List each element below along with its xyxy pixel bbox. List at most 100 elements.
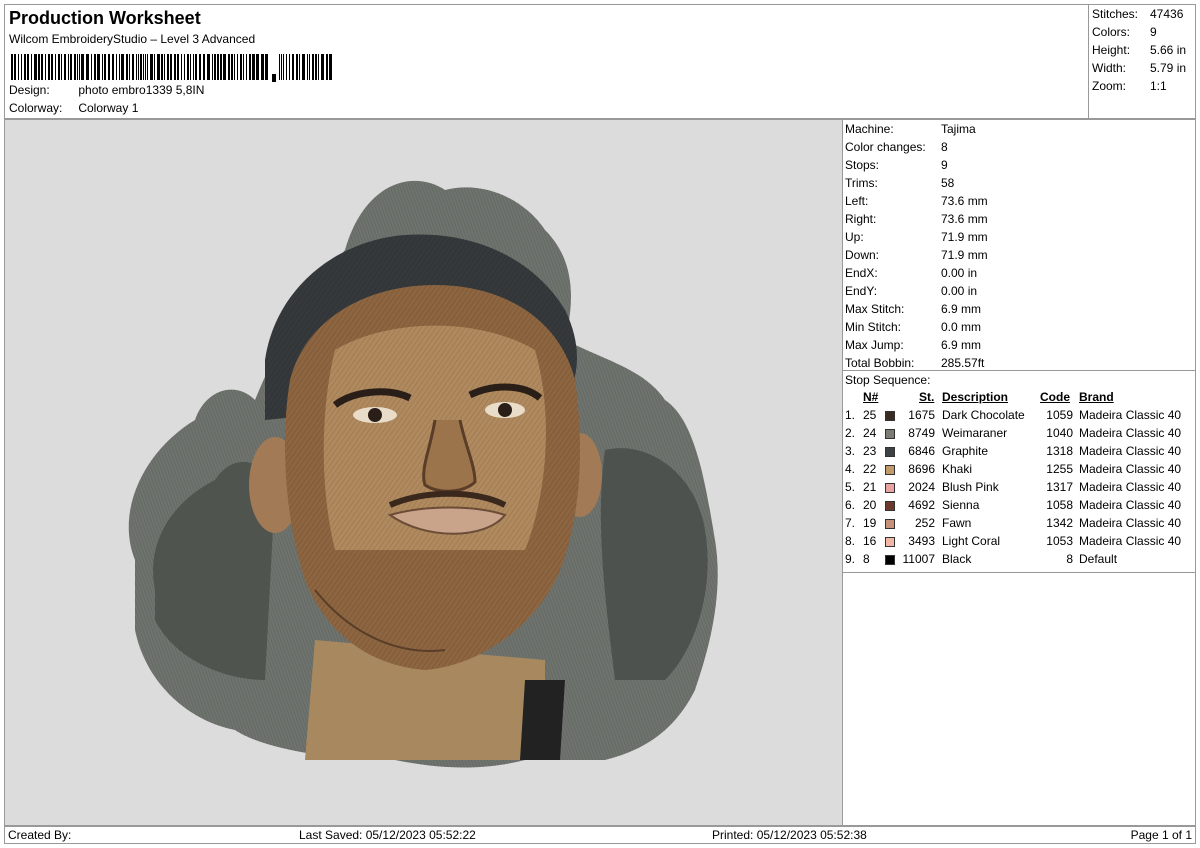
- seq-index: 6.: [845, 498, 856, 512]
- seq-code: 1342: [1046, 516, 1073, 530]
- machine-info-label: Max Jump:: [845, 338, 904, 352]
- stat-row: Height: 5.66 in: [1092, 43, 1186, 57]
- design-value: photo embro1339 5,8IN: [78, 83, 205, 97]
- stat-label: Zoom:: [1092, 79, 1127, 93]
- header-num: N#: [863, 390, 879, 404]
- machine-info-row: Max Stitch: 6.9 mm: [845, 302, 981, 316]
- divider: [843, 572, 1195, 573]
- sequence-row: 1. 25 1675 Dark Chocolate 1059 Madeira Classi…: [843, 408, 1195, 426]
- color-swatch: [885, 555, 895, 565]
- machine-info-row: Min Stitch: 0.0 mm: [845, 320, 981, 334]
- seq-index: 1.: [845, 408, 856, 422]
- seq-stitches: 252: [914, 516, 935, 530]
- machine-info-label: Right:: [845, 212, 877, 226]
- printed-date: Printed: 05/12/2023 05:52:38: [712, 828, 867, 842]
- page-number: Page 1 of 1: [1130, 828, 1192, 842]
- machine-info-value: 285.57ft: [941, 356, 985, 370]
- machine-info-label: EndX:: [845, 266, 878, 280]
- seq-needle: 24: [863, 426, 877, 440]
- machine-info-panel: Machine: Tajima Color changes: 8 Stops: 9 Trim…: [843, 119, 1196, 826]
- seq-code: 1040: [1046, 426, 1073, 440]
- machine-info-value: 0.00 in: [941, 284, 978, 298]
- seq-stitches: 8696: [908, 462, 935, 476]
- seq-brand: Madeira Classic 40: [1079, 462, 1182, 476]
- seq-code: 8: [1066, 552, 1073, 566]
- design-row: Design: photo embro1339 5,8IN: [9, 83, 204, 97]
- seq-stitches: 11007: [902, 552, 935, 566]
- sequence-row: 6. 20 4692 Sienna 1058 Madeira Classic 40: [843, 498, 1195, 516]
- color-swatch: [885, 465, 895, 475]
- seq-index: 9.: [845, 552, 856, 566]
- last-saved: Last Saved: 05/12/2023 05:52:22: [299, 828, 476, 842]
- stat-value: 47436: [1150, 7, 1184, 21]
- seq-stitches: 3493: [908, 534, 935, 548]
- machine-info-label: Stops:: [845, 158, 880, 172]
- machine-info-value: 0.0 mm: [941, 320, 982, 334]
- machine-info-label: Up:: [845, 230, 864, 244]
- stat-row: Colors: 9: [1092, 25, 1157, 39]
- machine-info-row: Total Bobbin: 285.57ft: [845, 356, 984, 370]
- machine-info-label: Total Bobbin:: [845, 356, 915, 370]
- colorway-row: Colorway: Colorway 1: [9, 101, 138, 115]
- machine-info-value: 6.9 mm: [941, 338, 982, 352]
- seq-description: Blush Pink: [942, 480, 999, 494]
- colorway-value: Colorway 1: [78, 101, 139, 115]
- color-swatch: [885, 483, 895, 493]
- seq-brand: Default: [1079, 552, 1118, 566]
- machine-info-row: Max Jump: 6.9 mm: [845, 338, 981, 352]
- seq-stitches: 1675: [908, 408, 935, 422]
- seq-stitches: 2024: [908, 480, 935, 494]
- seq-description: Dark Chocolate: [942, 408, 1025, 422]
- stat-label: Width:: [1092, 61, 1127, 75]
- machine-info-label: EndY:: [845, 284, 878, 298]
- seq-brand: Madeira Classic 40: [1079, 426, 1182, 440]
- seq-index: 8.: [845, 534, 856, 548]
- color-swatch: [885, 501, 895, 511]
- stat-row: Width: 5.79 in: [1092, 61, 1186, 75]
- machine-info-value: 8: [941, 140, 948, 154]
- seq-needle: 20: [863, 498, 877, 512]
- software-name: Wilcom EmbroideryStudio – Level 3 Advanc…: [9, 32, 256, 46]
- stats-box: Stitches: 47436 Colors: 9 Height: 5.66 in W…: [1088, 5, 1195, 118]
- sequence-row: 5. 21 2024 Blush Pink 1317 Madeira Classic 40: [843, 480, 1195, 498]
- seq-brand: Madeira Classic 40: [1079, 444, 1182, 458]
- machine-info-label: Trims:: [845, 176, 878, 190]
- seq-brand: Madeira Classic 40: [1079, 516, 1182, 530]
- colorway-label: Colorway:: [9, 101, 63, 115]
- worksheet-footer: Created By: Last Saved: 05/12/2023 05:52…: [4, 826, 1196, 844]
- machine-info-row: EndY: 0.00 in: [845, 284, 977, 298]
- color-swatch: [885, 411, 895, 421]
- seq-needle: 19: [863, 516, 877, 530]
- sequence-row: 4. 22 8696 Khaki 1255 Madeira Classic 40: [843, 462, 1195, 480]
- seq-description: Sienna: [942, 498, 980, 512]
- machine-info-row: Right: 73.6 mm: [845, 212, 988, 226]
- stat-label: Height:: [1092, 43, 1131, 57]
- seq-index: 4.: [845, 462, 856, 476]
- sequence-row: 7. 19 252 Fawn 1342 Madeira Classic 40: [843, 516, 1195, 534]
- seq-code: 1255: [1046, 462, 1073, 476]
- seq-description: Weimaraner: [942, 426, 1008, 440]
- seq-description: Graphite: [942, 444, 989, 458]
- sequence-header: N# St. Description Code Brand: [843, 390, 1195, 408]
- machine-info-value: 6.9 mm: [941, 302, 982, 316]
- header-brand: Brand: [1079, 390, 1114, 404]
- seq-code: 1058: [1046, 498, 1073, 512]
- machine-info-value: Tajima: [941, 122, 976, 136]
- machine-info-label: Min Stitch:: [845, 320, 902, 334]
- machine-info-row: Machine: Tajima: [845, 122, 976, 136]
- seq-code: 1318: [1046, 444, 1073, 458]
- machine-info-row: EndX: 0.00 in: [845, 266, 977, 280]
- seq-description: Light Coral: [942, 534, 1001, 548]
- stat-row: Stitches: 47436: [1092, 7, 1183, 21]
- machine-info-value: 0.00 in: [941, 266, 978, 280]
- machine-info-row: Color changes: 8: [845, 140, 948, 154]
- machine-info-label: Down:: [845, 248, 880, 262]
- stat-label: Stitches:: [1092, 7, 1139, 21]
- stat-value: 5.79 in: [1150, 61, 1187, 75]
- seq-index: 5.: [845, 480, 856, 494]
- machine-info-value: 71.9 mm: [941, 230, 988, 244]
- color-swatch: [885, 537, 895, 547]
- header-code: Code: [1040, 390, 1070, 404]
- header-stitches: St.: [919, 390, 935, 404]
- seq-brand: Madeira Classic 40: [1079, 408, 1182, 422]
